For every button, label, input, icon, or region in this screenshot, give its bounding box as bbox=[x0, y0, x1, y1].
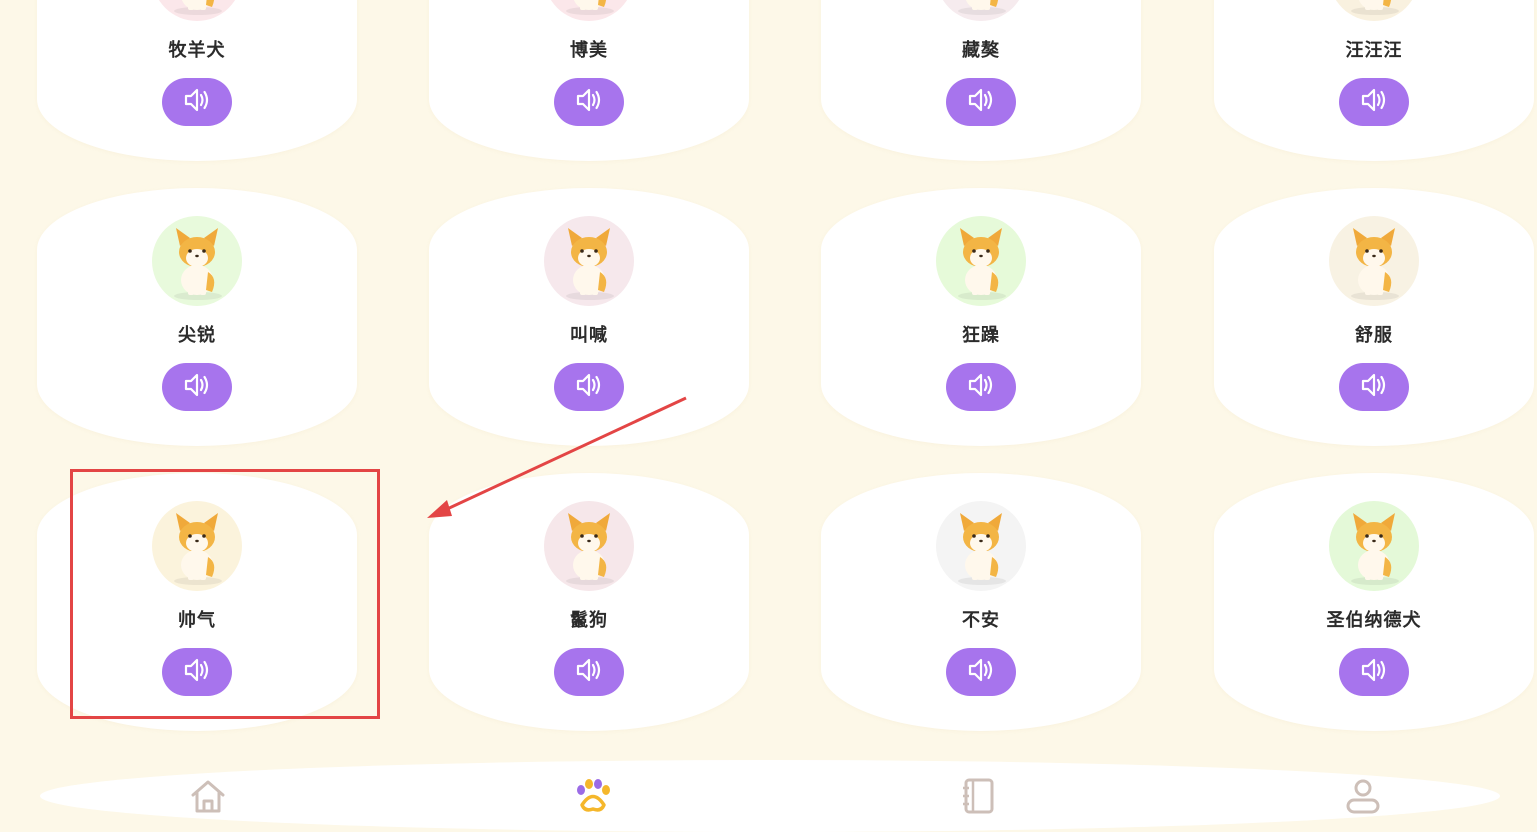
tab-notebook[interactable] bbox=[956, 774, 1000, 818]
notebook-icon bbox=[963, 778, 994, 814]
annotation-arrow bbox=[427, 396, 687, 518]
user-icon bbox=[1346, 779, 1380, 814]
paw-icon bbox=[577, 779, 610, 812]
home-icon bbox=[191, 780, 225, 813]
tab-home[interactable] bbox=[186, 774, 230, 818]
tab-profile[interactable] bbox=[1341, 774, 1385, 818]
page: 牧羊犬 博美 藏獒 汪汪汪 尖锐 叫喊 狂躁 舒服 帅气 鬣狗 不安 圣伯纳德犬 bbox=[0, 0, 1537, 832]
arrow-head bbox=[427, 500, 452, 518]
bottom-tab-bar bbox=[40, 760, 1500, 832]
arrow-line bbox=[444, 396, 687, 512]
tab-sounds[interactable] bbox=[571, 774, 615, 818]
